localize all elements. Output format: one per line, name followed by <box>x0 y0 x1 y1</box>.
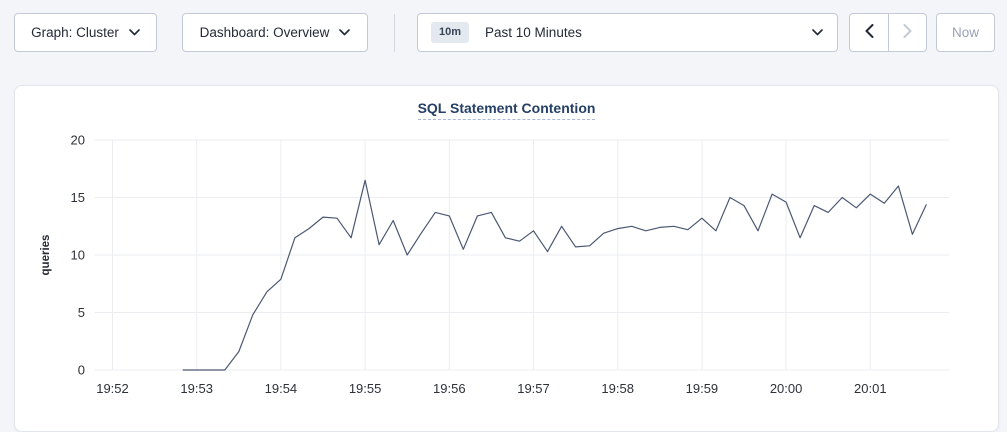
chevron-down-icon <box>339 29 350 36</box>
y-tick-label: 15 <box>71 190 85 205</box>
time-range-label: Past 10 Minutes <box>485 25 582 40</box>
y-tick-label: 5 <box>78 305 85 320</box>
chevron-right-icon <box>903 24 912 41</box>
time-range-picker[interactable]: 10m Past 10 Minutes <box>417 13 838 52</box>
chevron-down-icon <box>129 29 140 36</box>
chart-title[interactable]: SQL Statement Contention <box>418 100 596 120</box>
y-tick-label: 20 <box>71 133 85 148</box>
contention-chart: 0 5 10 15 20 19:52 19:53 19:54 19:55 19:56 19:57 19… <box>15 86 1000 432</box>
x-tick-label: 19:54 <box>265 381 298 396</box>
x-tick-label: 19:56 <box>433 381 466 396</box>
y-tick-label: 0 <box>78 363 85 378</box>
x-tick-label: 19:55 <box>349 381 382 396</box>
toolbar-divider <box>394 14 395 52</box>
chart-card: SQL Statement Contention 0 5 10 15 20 19:52 19… <box>14 85 999 432</box>
x-tick-label: 20:01 <box>854 381 887 396</box>
x-tick-label: 19:58 <box>601 381 634 396</box>
time-range-badge: 10m <box>431 22 469 43</box>
time-shift-group <box>849 13 927 52</box>
y-axis-title: queries <box>40 235 52 276</box>
series-line <box>183 180 927 370</box>
chevron-down-icon <box>812 29 823 36</box>
x-tick-label: 19:59 <box>686 381 719 396</box>
time-shift-back-button[interactable] <box>850 14 888 51</box>
y-tick-label: 10 <box>71 248 85 263</box>
chart-title-wrap: SQL Statement Contention <box>15 100 998 120</box>
now-button[interactable]: Now <box>936 13 995 52</box>
x-tick-label: 19:57 <box>517 381 550 396</box>
dashboard-dropdown[interactable]: Dashboard: Overview <box>182 13 368 52</box>
graph-toolbar: Graph: Cluster Dashboard: Overview 10m P… <box>0 0 1007 66</box>
x-tick-label: 19:53 <box>180 381 213 396</box>
chevron-left-icon <box>865 24 874 41</box>
time-shift-forward-button[interactable] <box>888 14 926 51</box>
graph-dropdown-label: Graph: Cluster <box>31 25 119 40</box>
graph-dropdown[interactable]: Graph: Cluster <box>14 13 157 52</box>
x-tick-label: 19:52 <box>96 381 129 396</box>
x-tick-label: 20:00 <box>770 381 803 396</box>
dashboard-dropdown-label: Dashboard: Overview <box>200 25 330 40</box>
